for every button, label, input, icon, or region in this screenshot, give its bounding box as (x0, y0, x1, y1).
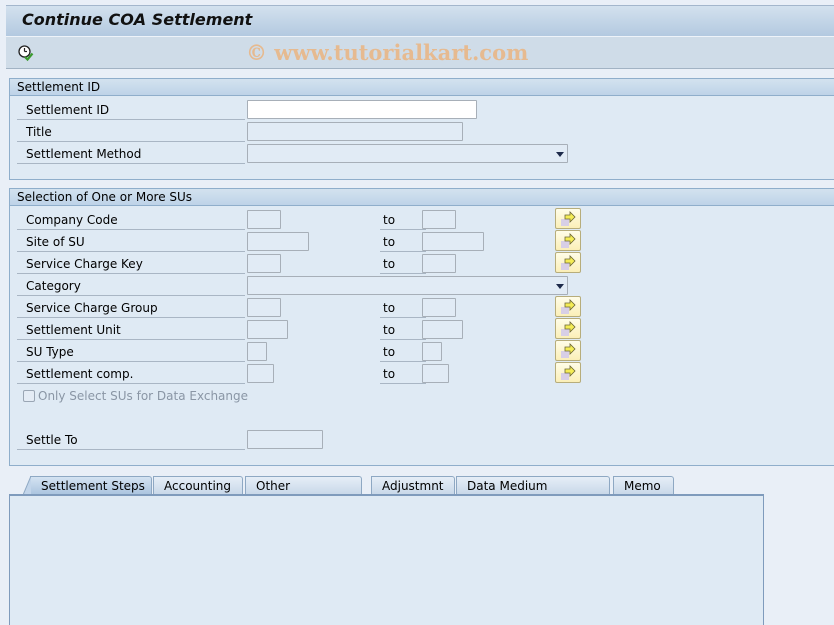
tab-settlement-steps[interactable]: Settlement Steps (23, 476, 152, 495)
tab-data-medium-exchange[interactable]: Data Medium Exchange (456, 476, 610, 512)
settlement-unit-from-input[interactable] (247, 320, 288, 339)
group-title: Settlement ID (17, 80, 101, 94)
site-of-su-label: Site of SU (17, 232, 245, 252)
tab-label: Settlement Steps (41, 479, 145, 493)
service-charge-group-to-input[interactable] (422, 298, 456, 317)
site-of-su-multiple-selection-button[interactable] (555, 230, 581, 251)
settlement-id-input[interactable] (247, 100, 477, 119)
checkbox-label: Only Select SUs for Data Exchange (38, 389, 249, 403)
service-charge-group-multiple-selection-button[interactable] (555, 296, 581, 317)
chevron-down-icon[interactable] (556, 284, 564, 289)
service-charge-group-label: Service Charge Group (17, 298, 245, 318)
tab-accounting[interactable]: Accounting (153, 476, 243, 495)
multiple-selection-arrow-icon (561, 321, 576, 336)
tab-other-parameters[interactable]: Other Parameters (245, 476, 362, 512)
multiple-selection-arrow-icon (561, 299, 576, 314)
execute-clock-check-icon (18, 45, 34, 62)
multiple-selection-arrow-icon (561, 255, 576, 270)
page-title: Continue COA Settlement (22, 10, 253, 29)
settlement-method-label: Settlement Method (17, 144, 245, 164)
to-label: to (380, 210, 426, 230)
title-field (247, 122, 463, 141)
company-code-to-input[interactable] (422, 210, 456, 229)
company-code-from-input[interactable] (247, 210, 281, 229)
to-label: to (380, 232, 426, 252)
su-type-multiple-selection-button[interactable] (555, 340, 581, 361)
title-bar: Continue COA Settlement (6, 5, 834, 36)
service-charge-key-label: Service Charge Key (17, 254, 245, 274)
settlement-comp-to-input[interactable] (422, 364, 449, 383)
settlement-comp-multiple-selection-button[interactable] (555, 362, 581, 383)
settlement-unit-to-input[interactable] (422, 320, 463, 339)
data-exchange-checkbox[interactable]: Only Select SUs for Data Exchange (23, 389, 248, 405)
multiple-selection-arrow-icon (561, 211, 576, 226)
multiple-selection-arrow-icon (561, 233, 576, 248)
settlement-comp-from-input[interactable] (247, 364, 274, 383)
tab-strip: Settlement Steps Accounting Other Parame… (9, 476, 769, 512)
watermark-text: © www.tutorialkart.com (246, 40, 529, 65)
site-of-su-from-input[interactable] (247, 232, 309, 251)
su-type-label: SU Type (17, 342, 245, 362)
to-label: to (380, 254, 426, 274)
tab-memo[interactable]: Memo (613, 476, 674, 495)
group-title: Selection of One or More SUs (17, 190, 193, 204)
tab-panel-settlement-steps (9, 494, 764, 625)
checkbox-box[interactable] (23, 390, 35, 402)
to-label: to (380, 298, 426, 318)
settlement-id-label: Settlement ID (17, 100, 245, 120)
title-label: Title (17, 122, 245, 142)
group-header: Settlement ID (10, 79, 834, 96)
category-dropdown[interactable] (247, 276, 568, 295)
company-code-multiple-selection-button[interactable] (555, 208, 581, 229)
settle-to-input[interactable] (247, 430, 323, 449)
execute-button[interactable] (17, 44, 35, 62)
service-charge-key-to-input[interactable] (422, 254, 456, 273)
group-header: Selection of One or More SUs (10, 189, 834, 206)
multiple-selection-arrow-icon (561, 365, 576, 380)
settle-to-label: Settle To (17, 430, 245, 450)
category-label: Category (17, 276, 245, 296)
to-label: to (380, 364, 426, 384)
company-code-label: Company Code (17, 210, 245, 230)
tab-label: Accounting (164, 479, 232, 493)
application-toolbar: © www.tutorialkart.com (6, 36, 834, 69)
settlement-method-dropdown[interactable] (247, 144, 568, 163)
tab-edge (23, 476, 31, 495)
chevron-down-icon[interactable] (556, 152, 564, 157)
service-charge-group-from-input[interactable] (247, 298, 281, 317)
su-type-to-input[interactable] (422, 342, 442, 361)
settlement-comp-label: Settlement comp. (17, 364, 245, 384)
site-of-su-to-input[interactable] (422, 232, 484, 251)
to-label: to (380, 320, 426, 340)
tab-adjustmnt[interactable]: Adjustmnt (371, 476, 455, 495)
to-label: to (380, 342, 426, 362)
service-charge-key-from-input[interactable] (247, 254, 281, 273)
su-type-from-input[interactable] (247, 342, 267, 361)
tab-label: Memo (624, 479, 661, 493)
service-charge-key-multiple-selection-button[interactable] (555, 252, 581, 273)
multiple-selection-arrow-icon (561, 343, 576, 358)
tab-label: Adjustmnt (382, 479, 444, 493)
settlement-unit-multiple-selection-button[interactable] (555, 318, 581, 339)
settlement-unit-label: Settlement Unit (17, 320, 245, 340)
